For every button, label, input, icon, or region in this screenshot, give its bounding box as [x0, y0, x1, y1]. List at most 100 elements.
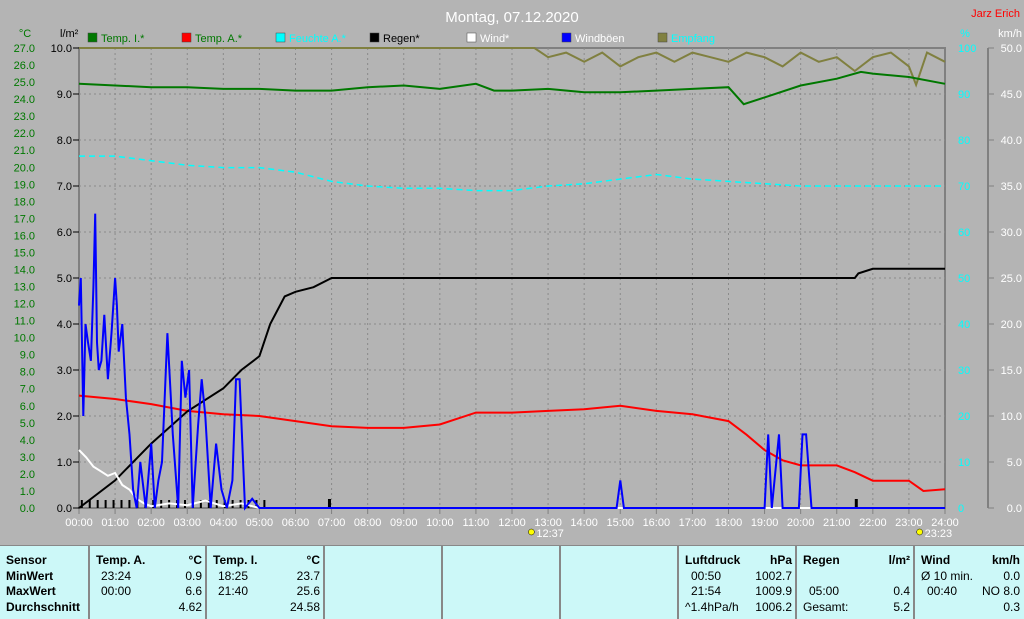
weather-chart: Montag, 07.12.2020 Jarz Erich 00:00 01:00… — [14, 8, 1022, 540]
x-tick-label: 21:00 — [823, 517, 851, 529]
wind-avg: 0.3 — [1003, 599, 1020, 614]
y-tick-label-temp: 11.0 — [14, 316, 35, 328]
y-tick-label-rain: 2.0 — [57, 411, 72, 423]
y-tick-label-temp: 24.0 — [14, 94, 35, 106]
y-tick-label-humidity: 20 — [958, 411, 970, 423]
legend-swatch — [561, 32, 572, 43]
col-temp-i: Temp. I. °C 18:25 23.7 21:40 25.6 24.58 — [205, 546, 324, 619]
rain-rate-bar — [120, 500, 123, 508]
temp-a-min: 0.9 — [185, 568, 202, 583]
header-temp-i: Temp. I. — [213, 553, 258, 567]
x-tick-label: 10:00 — [426, 517, 454, 529]
y-tick-label-temp: 13.0 — [14, 282, 35, 294]
y-tick-label-rain: 5.0 — [57, 273, 72, 285]
rain-rate-bar — [263, 500, 266, 508]
legend-swatch — [369, 32, 380, 43]
legend-swatch — [466, 32, 477, 43]
temp-a-avg: 4.62 — [178, 599, 202, 614]
y-tick-label-temp: 20.0 — [14, 162, 35, 174]
y-tick-label-wind: 10.0 — [1001, 411, 1022, 423]
y-tick-label-wind: 35.0 — [1001, 181, 1022, 193]
legend-label: Temp. I.* — [101, 33, 145, 45]
y-tick-label-temp: 8.0 — [20, 367, 35, 379]
legend: Temp. I.* Temp. A.* Feuchte A.* Regen* Wind*… — [87, 32, 715, 45]
y-tick-label-temp: 0.0 — [20, 503, 35, 515]
y-tick-label-rain: 3.0 — [57, 365, 72, 377]
y-tick-label-temp: 5.0 — [20, 418, 35, 430]
rain-rate-bar — [128, 500, 131, 508]
y-tick-label-temp: 22.0 — [14, 128, 35, 140]
y-tick-label-temp: 16.0 — [14, 230, 35, 242]
y-tick-label-temp: 7.0 — [20, 384, 35, 396]
legend-label: Wind* — [480, 33, 510, 45]
x-tick-label: 03:00 — [173, 517, 201, 529]
rain-rate-bar — [112, 500, 115, 508]
col-empty-1 — [323, 546, 442, 619]
y-tick-label-humidity: 60 — [958, 227, 970, 239]
col-wind: Wind km/h Ø 10 min. 0.0 00:40 NO 8.0 0.3 — [913, 546, 1024, 619]
rain-rate-bar — [854, 499, 858, 508]
y-tick-label-humidity: 40 — [958, 319, 970, 331]
y-tick-label-wind: 15.0 — [1001, 365, 1022, 377]
y-tick-label-temp: 2.0 — [20, 469, 35, 481]
x-tick-label: 04:00 — [210, 517, 238, 529]
axis-unit-wind: km/h — [998, 28, 1022, 40]
x-tick-label: 17:00 — [679, 517, 707, 529]
rain-rate-bar — [327, 499, 331, 508]
y-tick-label-temp: 25.0 — [14, 77, 35, 89]
x-tick-label: 08:00 — [354, 517, 382, 529]
y-tick-label-wind: 20.0 — [1001, 319, 1022, 331]
x-tick-label: 11:00 — [463, 517, 490, 529]
wind-max: NO 8.0 — [981, 584, 1020, 598]
pressure-max: 1009.9 — [755, 584, 792, 598]
wind-avg10-label: Ø 10 min. — [921, 568, 974, 583]
y-tick-label-rain: 4.0 — [57, 319, 72, 331]
unit-wind: km/h — [991, 553, 1020, 567]
y-tick-label-wind: 5.0 — [1007, 457, 1022, 469]
y-tick-label-temp: 23.0 — [14, 111, 35, 123]
col-pressure: Luftdruck hPa 00:50 1002.7 21:54 1009.9 ^1.… — [677, 546, 796, 619]
legend-swatch — [657, 32, 668, 43]
header-sensor: Sensor — [6, 553, 47, 567]
legend-label: Temp. A.* — [195, 33, 243, 45]
y-tick-label-temp: 14.0 — [14, 264, 35, 276]
x-tick-label: 02:00 — [137, 517, 165, 529]
label-avg: Durchschnitt — [6, 599, 81, 614]
x-tick-label: 16:00 — [643, 517, 671, 529]
event-label: 12:37 — [536, 528, 564, 540]
sunset-icon — [916, 528, 923, 536]
y-tick-label-humidity: 70 — [958, 181, 970, 193]
temp-i-max-time: 21:40 — [218, 584, 249, 598]
y-tick-label-temp: 3.0 — [20, 452, 35, 464]
temp-a-max: 6.6 — [185, 584, 202, 598]
rain-rate-bar — [96, 500, 99, 508]
pressure-trend: ^1.4hPa/h — [685, 599, 739, 614]
wind-max-time: 00:40 — [927, 584, 958, 598]
author-label: Jarz Erich — [971, 8, 1020, 20]
x-tick-label: 09:00 — [390, 517, 418, 529]
temp-a-max-time: 00:00 — [101, 584, 132, 598]
header-temp-a: Temp. A. — [96, 553, 146, 567]
y-tick-label-rain: 9.0 — [57, 89, 72, 101]
axis-unit-temp: °C — [19, 28, 31, 40]
legend-swatch — [275, 32, 286, 43]
header-wind: Wind — [921, 553, 951, 567]
x-tick-label: 01:00 — [101, 517, 129, 529]
x-tick-label: 14:00 — [570, 517, 598, 529]
y-tick-label-humidity: 50 — [958, 273, 970, 285]
col-rain: Regen l/m² 05:00 0.4 Gesamt: 5.2 — [795, 546, 914, 619]
sunrise-icon — [528, 528, 535, 536]
y-tick-label-temp: 15.0 — [14, 247, 35, 259]
pressure-min-time: 00:50 — [691, 568, 722, 583]
rain-rate-bar — [104, 500, 107, 508]
y-tick-label-humidity: 0 — [958, 503, 964, 515]
y-tick-label-temp: 26.0 — [14, 60, 35, 72]
label-max: MaxWert — [6, 584, 56, 598]
header-pressure: Luftdruck — [685, 553, 741, 567]
y-tick-label-wind: 0.0 — [1007, 503, 1022, 515]
y-tick-label-temp: 4.0 — [20, 435, 35, 447]
legend-label: Regen* — [383, 33, 420, 45]
label-min: MinWert — [6, 568, 54, 583]
y-tick-label-wind: 30.0 — [1001, 227, 1022, 239]
rain-max: 0.4 — [893, 584, 910, 598]
